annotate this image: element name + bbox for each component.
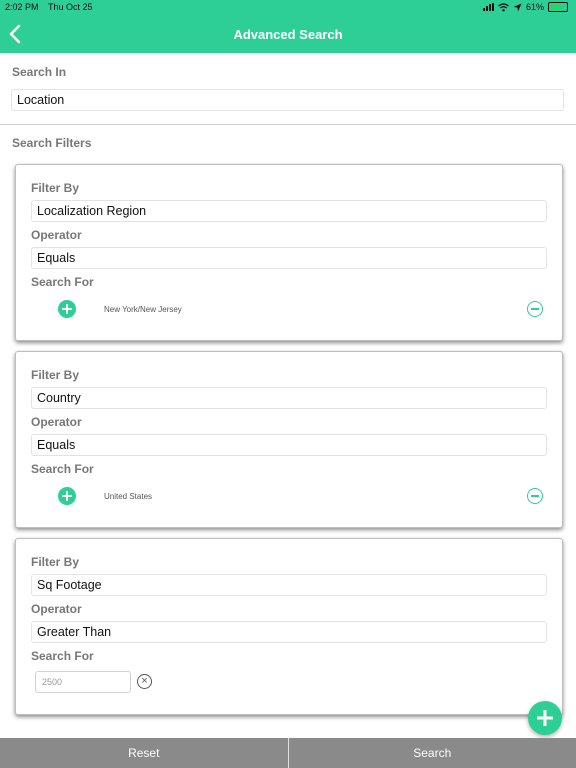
bottom-action-bar: Reset Search [0,738,576,768]
search-for-label: Search For [31,275,94,289]
operator-field[interactable]: Greater Than [31,621,547,643]
clear-value-icon[interactable]: × [137,674,152,689]
page-title: Advanced Search [233,27,343,42]
add-filter-button[interactable] [528,701,562,735]
operator-label: Operator [31,602,82,616]
operator-label: Operator [31,415,82,429]
filter-by-label: Filter By [31,368,80,382]
operator-field[interactable]: Equals [31,247,547,269]
search-for-label: Search For [31,462,94,476]
filter-card: Filter By Country Operator Equals Search… [15,351,563,528]
wifi-icon [498,2,509,11]
search-in-label: Search In [12,65,67,79]
add-value-icon[interactable] [58,487,76,505]
search-filters-label: Search Filters [12,136,92,150]
reset-button[interactable]: Reset [0,738,288,768]
filter-card: Filter By Sq Footage Operator Greater Th… [15,538,563,715]
search-for-label: Search For [31,649,94,663]
search-value-input[interactable] [35,671,131,693]
cellular-signal-icon [482,3,494,11]
filter-by-field[interactable]: Sq Footage [31,574,547,596]
operator-label: Operator [31,228,82,242]
battery-icon [548,2,568,12]
remove-value-icon[interactable] [527,488,543,504]
status-date: Thu Oct 25 [48,2,93,12]
remove-value-icon[interactable] [527,301,543,317]
search-value-text: New York/New Jersey [104,305,182,314]
section-divider [0,124,576,125]
filter-by-label: Filter By [31,555,80,569]
filter-card: Filter By Localization Region Operator E… [15,164,563,341]
status-indicators: 61% [482,2,568,12]
search-value-text: United States [104,492,153,501]
search-in-field[interactable]: Location [11,89,564,111]
search-button[interactable]: Search [289,738,576,768]
filter-by-field[interactable]: Localization Region [31,200,547,222]
status-time: 2:02 PM [5,2,39,12]
filter-by-field[interactable]: Country [31,387,547,409]
battery-percent: 61% [525,2,544,12]
location-arrow-icon [513,3,522,11]
filter-by-label: Filter By [31,181,80,195]
add-value-icon[interactable] [58,300,76,318]
navigation-bar: 2:02 PM Thu Oct 25 61% Advanced Search [0,0,576,53]
operator-field[interactable]: Equals [31,434,547,456]
